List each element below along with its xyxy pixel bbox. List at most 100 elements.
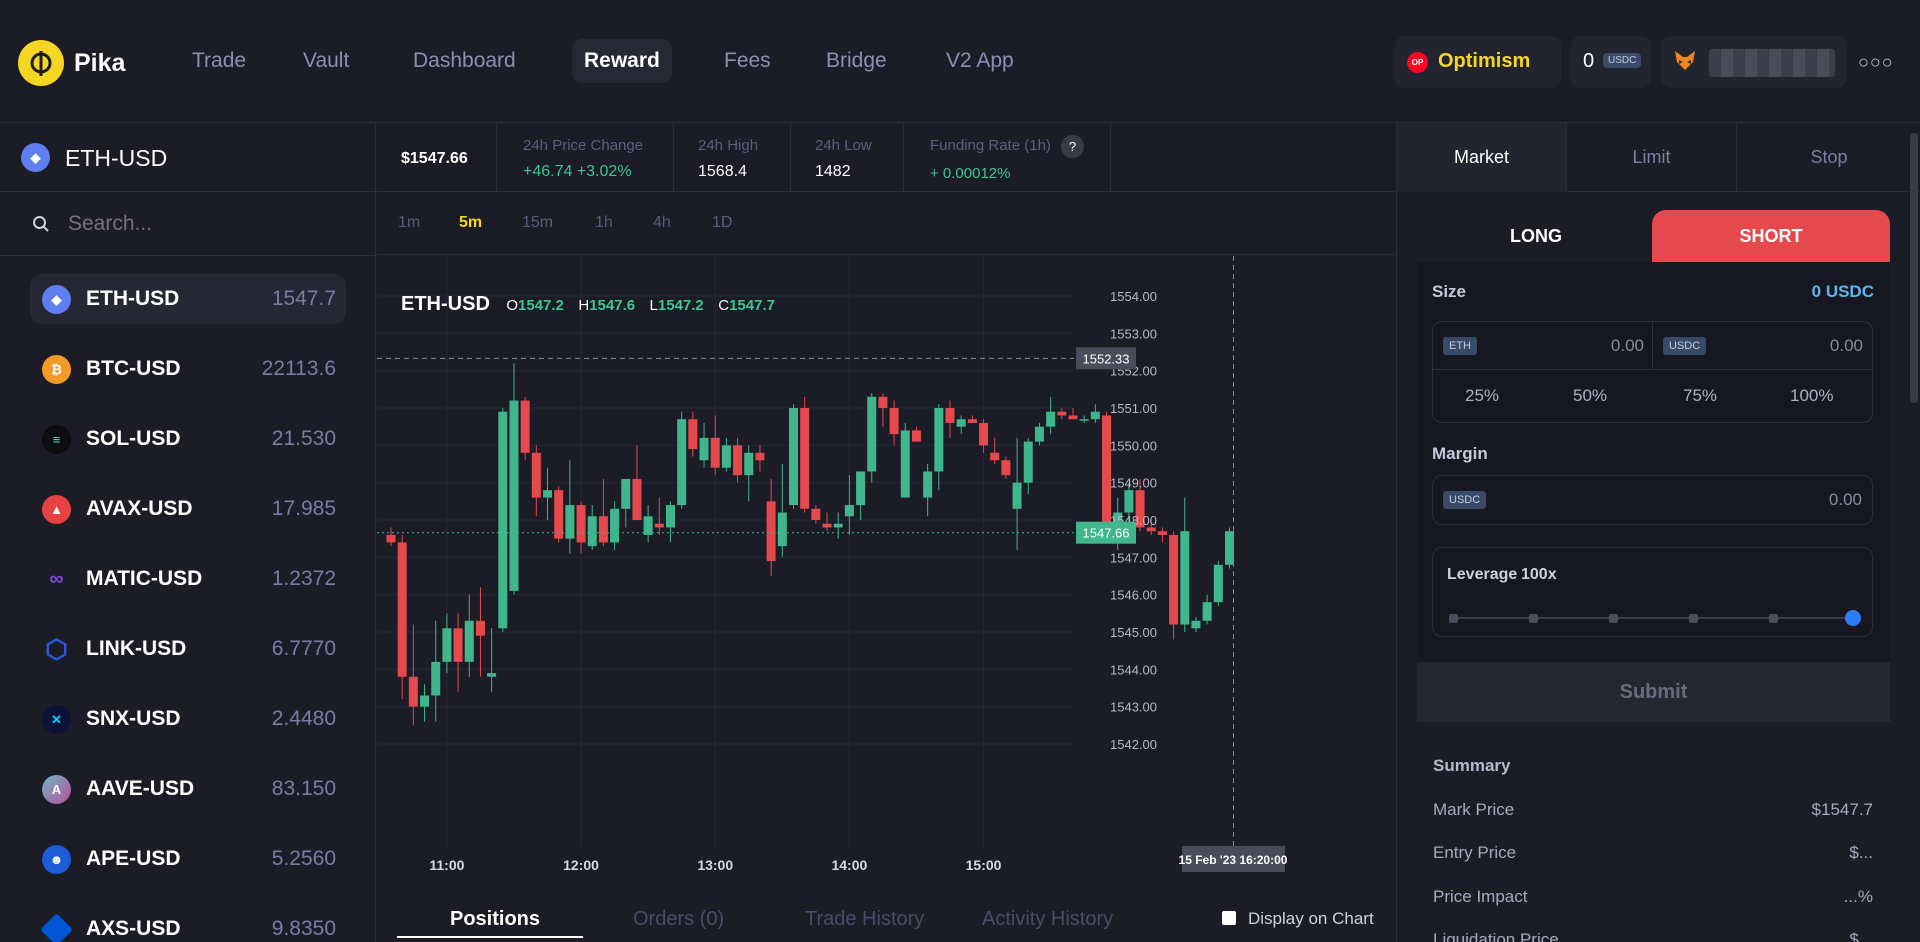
y-tick-label: 1547.00 (1110, 550, 1157, 565)
crosshair-price-label: 1552.33 (1083, 351, 1130, 366)
metamask-fox-icon (1675, 51, 1695, 70)
tab-market[interactable]: Market (1397, 123, 1567, 192)
timeframe-1h[interactable]: 1h (595, 214, 613, 232)
help-icon[interactable]: ? (1061, 135, 1084, 158)
tab-trade-history[interactable]: Trade History (805, 908, 924, 931)
nav-v2-app[interactable]: V2 App (946, 49, 1014, 73)
wallet-button[interactable] (1661, 36, 1847, 88)
market-symbol: SNX-USD (86, 707, 181, 730)
timeframe-1m[interactable]: 1m (398, 214, 420, 232)
usdc-size-field[interactable]: USDC 0.00 (1653, 322, 1873, 370)
eth-amount: 0.00 (1610, 336, 1644, 355)
stat-price: $1547.66 (377, 123, 497, 192)
price-chart[interactable]: 1554.00 1553.00 1552.00 1551.00 1550.00 1549.… (377, 256, 1395, 876)
market-item-avax[interactable]: ▲ AVAX-USD 17.985 (30, 484, 346, 534)
tab-orders[interactable]: Orders (0) (633, 908, 724, 931)
nav-trade[interactable]: Trade (192, 49, 246, 73)
candle-body (800, 408, 810, 509)
margin-token-tag: USDC (1443, 491, 1487, 509)
candlestick-chart[interactable]: 1554.001553.001552.001551.001550.001549.… (377, 256, 1395, 876)
tab-stop[interactable]: Stop (1737, 123, 1920, 192)
market-item-ape[interactable]: ☻ APE-USD 5.2560 (30, 834, 346, 884)
timeframe-5m[interactable]: 5m (459, 214, 482, 232)
pika-glyph-icon (30, 51, 52, 76)
network-selector[interactable]: OP Optimism (1395, 36, 1561, 88)
submit-button[interactable]: Submit (1417, 662, 1890, 722)
market-item-axs[interactable]: AXS-USD 9.8350 (30, 904, 346, 942)
brand-name[interactable]: Pika (74, 49, 125, 78)
market-item-aave[interactable]: A AAVE-USD 83.150 (30, 764, 346, 814)
long-tab[interactable]: LONG (1417, 210, 1655, 262)
nav-fees[interactable]: Fees (724, 49, 771, 73)
nav-bridge[interactable]: Bridge (826, 49, 887, 73)
candle-body (520, 400, 530, 453)
pika-logo-icon[interactable] (18, 40, 64, 86)
candle-body (397, 542, 407, 677)
ohlc-close-label: C (718, 297, 730, 314)
selected-market-header[interactable]: ◆ ETH-USD (0, 123, 375, 192)
summary-row-price-impact: Price Impact ...% (1433, 887, 1873, 907)
candle-body (1157, 531, 1167, 535)
market-item-btc[interactable]: ₿ BTC-USD 22113.6 (30, 344, 346, 394)
leverage-slider-track[interactable] (1453, 617, 1853, 619)
last-price-label: 1547.66 (1083, 526, 1130, 541)
market-symbol: MATIC-USD (86, 567, 203, 590)
summary-value: $... (1849, 843, 1873, 862)
balance-chip[interactable]: 0 USDC (1571, 36, 1651, 88)
bottom-tabs: Positions Orders (0) Trade History Activ… (377, 890, 1395, 942)
percent-75-button[interactable]: 75% (1683, 386, 1717, 406)
candle-body (565, 505, 575, 539)
candle-body (923, 471, 933, 498)
candle-body (956, 419, 966, 427)
short-tab[interactable]: SHORT (1652, 210, 1890, 262)
market-symbol: AXS-USD (86, 917, 181, 940)
nav-reward[interactable]: Reward (572, 39, 672, 83)
market-stats-bar: $1547.66 24h Price Change +46.74 +3.02% … (377, 123, 1395, 192)
eth-size-field[interactable]: ETH 0.00 (1433, 322, 1653, 370)
leverage-slider-thumb[interactable] (1845, 610, 1861, 626)
nav-dashboard[interactable]: Dashboard (413, 49, 516, 73)
search-input[interactable] (68, 207, 348, 241)
candle-body (777, 512, 787, 547)
y-tick-label: 1543.00 (1110, 700, 1157, 715)
percent-100-button[interactable]: 100% (1790, 386, 1833, 406)
candle-body (766, 501, 776, 562)
market-symbol: BTC-USD (86, 357, 181, 380)
order-type-tabs: Market Limit Stop (1397, 123, 1920, 192)
candle-body (431, 661, 441, 696)
margin-label: Margin (1432, 444, 1488, 463)
percent-25-button[interactable]: 25% (1465, 386, 1499, 406)
market-item-matic[interactable]: ∞ MATIC-USD 1.2372 (30, 554, 346, 604)
size-label: Size (1432, 282, 1467, 301)
tab-activity-history[interactable]: Activity History (982, 908, 1113, 931)
margin-input[interactable]: USDC 0.00 (1432, 475, 1873, 525)
timeframe-1d[interactable]: 1D (712, 214, 732, 232)
change-label: 24h Price Change (523, 137, 644, 154)
market-item-sol[interactable]: ≡ SOL-USD 21.530 (30, 414, 346, 464)
y-tick-label: 1553.00 (1110, 326, 1157, 341)
market-sidebar: ◆ ETH-USD ◆ ETH-USD 1547.7 ₿ BTC-USD 221… (0, 123, 376, 942)
tab-positions[interactable]: Positions (450, 908, 540, 931)
leverage-tick (1689, 614, 1698, 623)
display-on-chart-checkbox[interactable] (1222, 911, 1236, 925)
axs-icon (40, 913, 73, 942)
candle-body (945, 408, 955, 423)
more-options-icon[interactable]: ○○○ (1858, 52, 1894, 73)
usdc-amount: 0.00 (1829, 336, 1863, 355)
candle-body (889, 408, 899, 435)
candle-body (1124, 490, 1134, 513)
scrollbar-thumb[interactable] (1910, 133, 1918, 403)
nav-vault[interactable]: Vault (303, 49, 349, 73)
tab-limit[interactable]: Limit (1567, 123, 1737, 192)
candle-body (900, 430, 910, 498)
market-item-eth[interactable]: ◆ ETH-USD 1547.7 (30, 274, 346, 324)
timeframe-4h[interactable]: 4h (653, 214, 671, 232)
percent-50-button[interactable]: 50% (1573, 386, 1607, 406)
timeframe-15m[interactable]: 15m (522, 214, 553, 232)
candle-body (554, 490, 564, 539)
market-item-snx[interactable]: ✕ SNX-USD 2.4480 (30, 694, 346, 744)
candle-body (699, 437, 709, 461)
market-item-link[interactable]: ⬡ LINK-USD 6.7770 (30, 624, 346, 674)
candle-body (856, 471, 866, 506)
candle-body (386, 534, 396, 543)
